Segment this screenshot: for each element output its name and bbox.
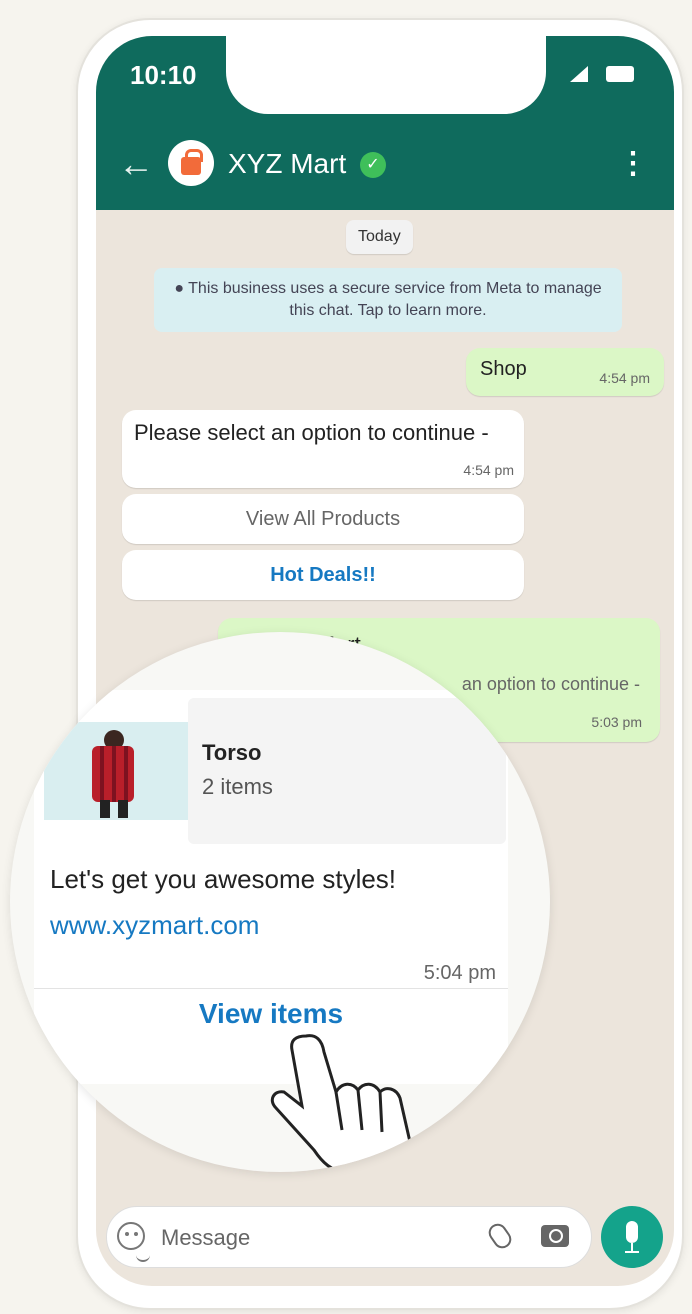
message-text: Please select an option to continue - [134,420,489,445]
paperclip-icon[interactable] [485,1220,515,1252]
microphone-icon[interactable] [601,1206,663,1268]
store-link[interactable]: www.xyzmart.com [50,910,259,941]
phone-notch [226,36,546,114]
product-image [44,722,188,820]
hand-cursor-icon [270,1034,412,1172]
message-composer[interactable]: Message [106,1206,592,1268]
chat-title[interactable]: XYZ Mart [228,148,346,180]
outgoing-message-shop: Shop 4:54 pm [466,348,664,396]
message-text: Shop [480,358,527,380]
camera-icon[interactable] [541,1225,569,1247]
message-time: 4:54 pm [599,370,650,386]
view-items-button[interactable]: View items [34,988,508,1040]
battery-icon [606,66,634,82]
reply-time: 5:03 pm [591,714,642,730]
more-vertical-icon[interactable]: ⋮ [618,140,648,188]
back-arrow-icon[interactable]: ← [118,142,154,186]
incoming-message-select-option: Please select an option to continue - 4:… [122,410,524,488]
promo-text: Let's get you awesome styles! [50,864,397,894]
business-notice[interactable]: ● This business uses a secure service fr… [154,268,622,332]
chat-header: ← XYZ Mart ✓ ⋮ [96,126,674,210]
avatar [168,140,214,186]
product-title: Torso [202,740,262,765]
message-time: 4:54 pm [463,462,514,478]
product-subtitle: 2 items [202,774,273,799]
emoji-icon[interactable] [117,1222,150,1262]
status-time: 10:10 [130,60,197,90]
notice-text: This business uses a secure service from… [188,280,602,319]
message-input[interactable]: Message [161,1225,250,1251]
date-label: Today [346,220,413,254]
status-bar: 10:10 [96,36,674,126]
shopping-bag-icon [181,149,203,175]
info-icon: ● [174,280,184,297]
message-time: 5:04 pm [423,962,496,984]
hot-deals-button[interactable]: Hot Deals!! [122,550,524,600]
signal-icon [570,66,588,82]
verified-badge-icon: ✓ [360,152,386,178]
view-all-products-button[interactable]: View All Products [122,494,524,544]
zoom-magnifier: Torso 2 items Let's get you awesome styl… [10,632,550,1172]
product-panel [188,698,506,844]
